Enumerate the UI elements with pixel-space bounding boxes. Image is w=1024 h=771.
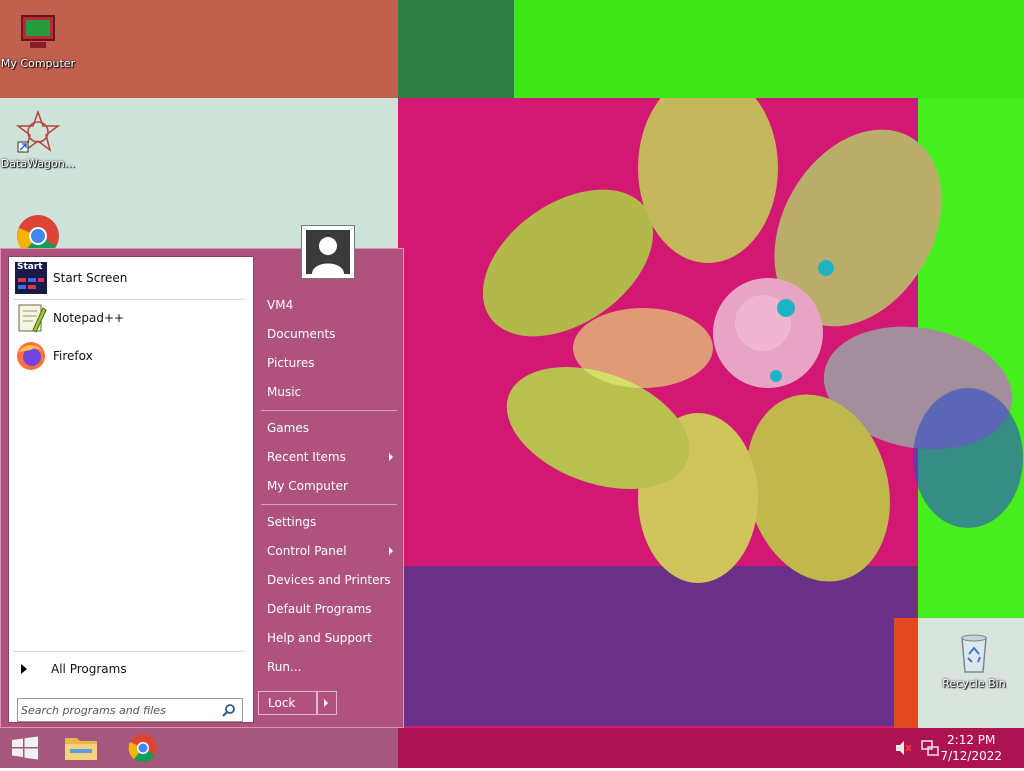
right-item-label: My Computer [267,479,348,493]
start-item-notepadpp[interactable]: Notepad++ [13,301,249,335]
user-avatar-icon [306,230,350,274]
notepadpp-icon [15,302,47,334]
right-item-settings[interactable]: Settings [259,508,399,536]
tray-network[interactable] [920,738,940,758]
right-item-default-programs[interactable]: Default Programs [259,595,399,623]
taskbar: 2:12 PM 7/12/2022 [0,728,1024,768]
taskbar-clock[interactable]: 2:12 PM 7/12/2022 [940,732,1002,764]
right-item-run[interactable]: Run... [259,653,399,681]
desktop-icon-label: Recycle Bin [942,677,1006,690]
right-item-control-panel[interactable]: Control Panel [259,537,399,565]
right-item-games[interactable]: Games [259,414,399,442]
flower-image [482,98,1023,583]
tray-volume[interactable] [893,738,913,758]
chrome-icon [128,734,157,763]
programs-pane: Start Start Screen Notepad++ Firefox All… [8,256,254,723]
volume-muted-icon [896,741,912,755]
right-item-label: Run... [267,660,302,674]
right-item-label: Help and Support [267,631,372,645]
start-item-label: Notepad++ [53,311,125,325]
submenu-arrow-icon [389,547,393,555]
all-programs-label: All Programs [51,662,127,676]
lock-label: Lock [268,696,296,710]
desktop-icon-datawagon[interactable]: DataWagon... [0,109,76,170]
computer-icon [16,10,60,54]
triangle-right-icon [21,664,27,674]
lock-button[interactable]: Lock [258,691,318,715]
right-item-label: Pictures [267,356,315,370]
right-item-label: Control Panel [267,544,347,558]
right-item-label: Documents [267,327,336,341]
start-item-label: Start Screen [53,271,128,285]
desktop-icon-recycle-bin[interactable]: Recycle Bin [936,630,1012,690]
right-item-user[interactable]: VM4 [259,291,399,319]
start-screen-icon-text: Start [17,262,43,272]
right-item-label: Games [267,421,309,435]
right-item-music[interactable]: Music [259,378,399,406]
search-field[interactable] [17,698,243,722]
taskbar-chrome[interactable] [118,728,168,768]
right-item-label: Music [267,385,302,399]
start-item-start-screen[interactable]: Start Start Screen [13,261,249,295]
right-item-help-support[interactable]: Help and Support [259,624,399,652]
separator [13,299,245,300]
separator [13,651,245,652]
search-icon[interactable] [222,703,236,717]
right-item-label: Recent Items [267,450,346,464]
windows-start-icon [12,736,38,760]
right-item-recent-items[interactable]: Recent Items [259,443,399,471]
firefox-icon [15,340,47,372]
start-item-label: Firefox [53,349,93,363]
power-options-arrow-button[interactable] [316,691,337,715]
right-item-label: VM4 [267,298,294,312]
search-input[interactable] [21,701,217,719]
file-explorer-icon [65,738,97,760]
network-icon [921,740,939,756]
all-programs-button[interactable]: All Programs [13,657,249,681]
right-item-devices-printers[interactable]: Devices and Printers [259,566,399,594]
right-item-pictures[interactable]: Pictures [259,349,399,377]
start-item-firefox[interactable]: Firefox [13,339,249,373]
desktop-icon-label: DataWagon... [0,157,76,170]
recycle-bin-icon [952,630,996,674]
separator [261,410,397,411]
separator [261,504,397,505]
clock-date: 7/12/2022 [940,749,1002,763]
start-menu: Start Start Screen Notepad++ Firefox All… [0,225,404,728]
taskbar-file-explorer[interactable] [56,728,106,768]
start-button[interactable] [0,728,50,768]
user-picture[interactable] [301,225,355,279]
submenu-arrow-icon [389,453,393,461]
right-item-my-computer[interactable]: My Computer [259,472,399,500]
desktop-icon-my-computer[interactable]: My Computer [0,10,76,70]
clock-time: 2:12 PM [947,733,996,747]
start-screen-icon: Start [15,262,47,294]
right-item-label: Settings [267,515,317,529]
right-item-label: Devices and Printers [267,573,391,587]
datawagon-icon [15,109,61,154]
desktop-icon-label: My Computer [0,57,76,70]
right-item-documents[interactable]: Documents [259,320,399,348]
right-item-label: Default Programs [267,602,372,616]
